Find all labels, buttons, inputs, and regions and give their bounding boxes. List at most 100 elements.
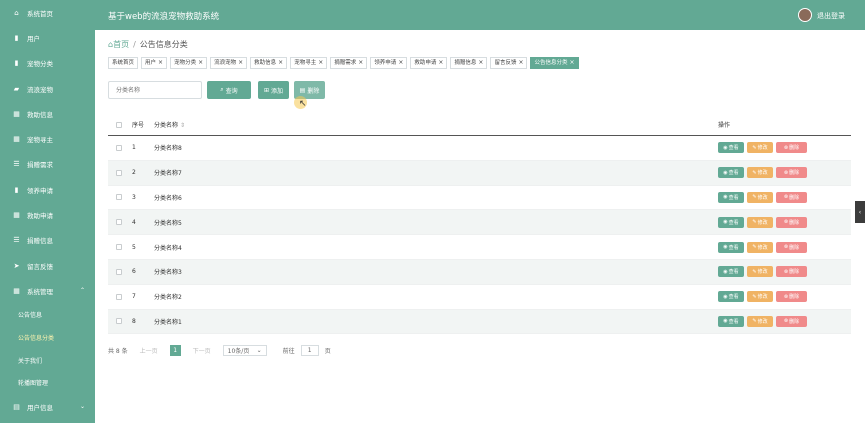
sidebar-item-6[interactable]: ☰ 捐赠需求	[0, 152, 95, 177]
select-all-checkbox[interactable]	[116, 121, 122, 128]
row-checkbox[interactable]	[116, 268, 122, 275]
row-checkbox[interactable]	[116, 318, 122, 325]
close-icon[interactable]: ×	[238, 58, 243, 68]
prev-page-button[interactable]: 上一页	[134, 345, 164, 356]
row-check-cell	[108, 144, 130, 151]
add-button[interactable]: ⊞ 添加	[258, 81, 289, 99]
tab-8[interactable]: 救助申请 ×	[410, 57, 448, 69]
close-icon[interactable]: ×	[278, 58, 283, 68]
sidebar-item-user-info-icon: ▤	[13, 402, 20, 411]
edit-button[interactable]: ✎ 修改	[747, 291, 773, 303]
delete-button[interactable]: ⊗ 删除	[776, 167, 807, 179]
goto-page-input[interactable]: 1	[300, 345, 319, 356]
sidebar-item-system[interactable]: ▦ 系统管理 ⌃	[0, 278, 95, 303]
sidebar-item-1[interactable]: ▮ 用户	[0, 25, 95, 50]
sidebar-item-user-info[interactable]: ▤ 用户信息 ⌄	[0, 394, 95, 419]
close-icon[interactable]: ×	[318, 58, 323, 68]
tab-11[interactable]: 公告信息分类 ×	[530, 57, 579, 69]
sidebar-item-3[interactable]: ▰ 流浪宠物	[0, 76, 95, 101]
close-icon[interactable]: ×	[158, 58, 163, 68]
view-button[interactable]: ◉ 查看	[718, 142, 744, 154]
view-button[interactable]: ◉ 查看	[718, 191, 744, 203]
close-icon[interactable]: ×	[570, 58, 575, 68]
row-checkbox[interactable]	[116, 244, 122, 251]
row-actions: ◉ 查看 ✎ 修改 ⊗ 删除	[718, 291, 807, 303]
view-button[interactable]: ◉ 查看	[718, 216, 744, 228]
view-button[interactable]: ◉ 查看	[718, 241, 744, 253]
tab-6[interactable]: 捐赠需求 ×	[330, 57, 368, 69]
next-page-button[interactable]: 下一页	[187, 345, 217, 356]
sidebar-item-0-label: 系统首页	[27, 9, 53, 18]
delete-button[interactable]: ⊗ 删除	[776, 142, 807, 154]
tab-2[interactable]: 宠物分类 ×	[170, 57, 208, 69]
row-no: 5	[132, 243, 136, 251]
edit-button[interactable]: ✎ 修改	[747, 266, 773, 278]
side-panel-toggle[interactable]: ‹	[855, 201, 865, 223]
edit-button[interactable]: ✎ 修改	[747, 142, 773, 154]
breadcrumb-home[interactable]: ⌂首页	[108, 39, 129, 50]
eye-icon: ◉	[723, 144, 728, 151]
sidebar-item-5[interactable]: ▦ 宠物寻主	[0, 126, 95, 151]
row-checkbox[interactable]	[116, 169, 122, 176]
sidebar-subitem-2[interactable]: 关于我们	[0, 349, 95, 372]
tab-3[interactable]: 流浪宠物 ×	[210, 57, 248, 69]
sidebar-item-2[interactable]: ▮ 宠物分类	[0, 51, 95, 76]
sidebar-item-9[interactable]: ☰ 捐赠信息	[0, 228, 95, 253]
row-checkbox[interactable]	[116, 219, 122, 226]
sidebar-item-7[interactable]: ▮ 领养申请	[0, 177, 95, 202]
delete-button[interactable]: ⊗ 删除	[776, 191, 807, 203]
tab-1[interactable]: 用户 ×	[141, 57, 168, 69]
view-button-label: 查看	[728, 170, 739, 177]
close-icon[interactable]: ×	[358, 58, 363, 68]
page-size-select[interactable]: 10条/页 ⌄	[222, 345, 267, 356]
delete-button[interactable]: ⊗ 删除	[776, 216, 807, 228]
tab-10[interactable]: 留言反馈 ×	[490, 57, 528, 69]
row-actions: ◉ 查看 ✎ 修改 ⊗ 删除	[718, 315, 807, 327]
avatar[interactable]	[798, 8, 812, 22]
sidebar-item-5-icon: ▦	[13, 135, 20, 144]
sidebar-item-3-label: 流浪宠物	[27, 85, 53, 94]
tab-5[interactable]: 宠物寻主 ×	[290, 57, 328, 69]
close-icon[interactable]: ×	[398, 58, 403, 68]
edit-button[interactable]: ✎ 修改	[747, 167, 773, 179]
sidebar-item-4[interactable]: ▦ 救助信息	[0, 101, 95, 126]
row-checkbox[interactable]	[116, 194, 122, 201]
sidebar-item-8[interactable]: ▦ 救助申请	[0, 202, 95, 227]
sidebar-item-10[interactable]: ➤ 留言反馈	[0, 253, 95, 278]
header-name[interactable]: 分类名称 ⇕	[154, 120, 718, 129]
close-icon[interactable]: ×	[198, 58, 203, 68]
sidebar-subitem-3[interactable]: 轮播图管理	[0, 371, 95, 394]
close-icon[interactable]: ×	[478, 58, 483, 68]
row-name: 分类名称8	[154, 145, 182, 153]
row-checkbox[interactable]	[116, 293, 122, 300]
close-icon[interactable]: ×	[438, 58, 443, 68]
header-no: 序号	[132, 122, 145, 129]
edit-button[interactable]: ✎ 修改	[747, 191, 773, 203]
sidebar-subitem-1[interactable]: 公告信息分类	[0, 326, 95, 349]
edit-button[interactable]: ✎ 修改	[747, 315, 773, 327]
delete-button[interactable]: ⊗ 删除	[776, 315, 807, 327]
delete-button[interactable]: ⊗ 删除	[776, 241, 807, 253]
edit-button-label: 修改	[757, 318, 768, 325]
sidebar-item-0[interactable]: ⌂ 系统首页	[0, 0, 95, 25]
tab-7[interactable]: 领养申请 ×	[370, 57, 408, 69]
delete-button[interactable]: ⊗ 删除	[776, 291, 807, 303]
row-checkbox[interactable]	[116, 144, 122, 151]
view-button[interactable]: ◉ 查看	[718, 167, 744, 179]
sidebar-subitem-0[interactable]: 公告信息	[0, 304, 95, 327]
delete-button[interactable]: ⊗ 删除	[776, 266, 807, 278]
view-button[interactable]: ◉ 查看	[718, 266, 744, 278]
search-input[interactable]	[108, 81, 202, 99]
query-button[interactable]: ⌕ 查询	[207, 81, 251, 99]
view-button[interactable]: ◉ 查看	[718, 315, 744, 327]
add-button-label: 添加	[271, 87, 284, 95]
view-button[interactable]: ◉ 查看	[718, 291, 744, 303]
tab-9[interactable]: 捐赠信息 ×	[450, 57, 488, 69]
current-page-button[interactable]: 1	[169, 345, 181, 356]
close-icon[interactable]: ×	[518, 58, 523, 68]
edit-button[interactable]: ✎ 修改	[747, 241, 773, 253]
edit-button[interactable]: ✎ 修改	[747, 216, 773, 228]
tab-0[interactable]: 系统首页	[108, 57, 139, 69]
logout-button[interactable]: 退出登录	[817, 11, 845, 21]
tab-4[interactable]: 救助信息 ×	[250, 57, 288, 69]
